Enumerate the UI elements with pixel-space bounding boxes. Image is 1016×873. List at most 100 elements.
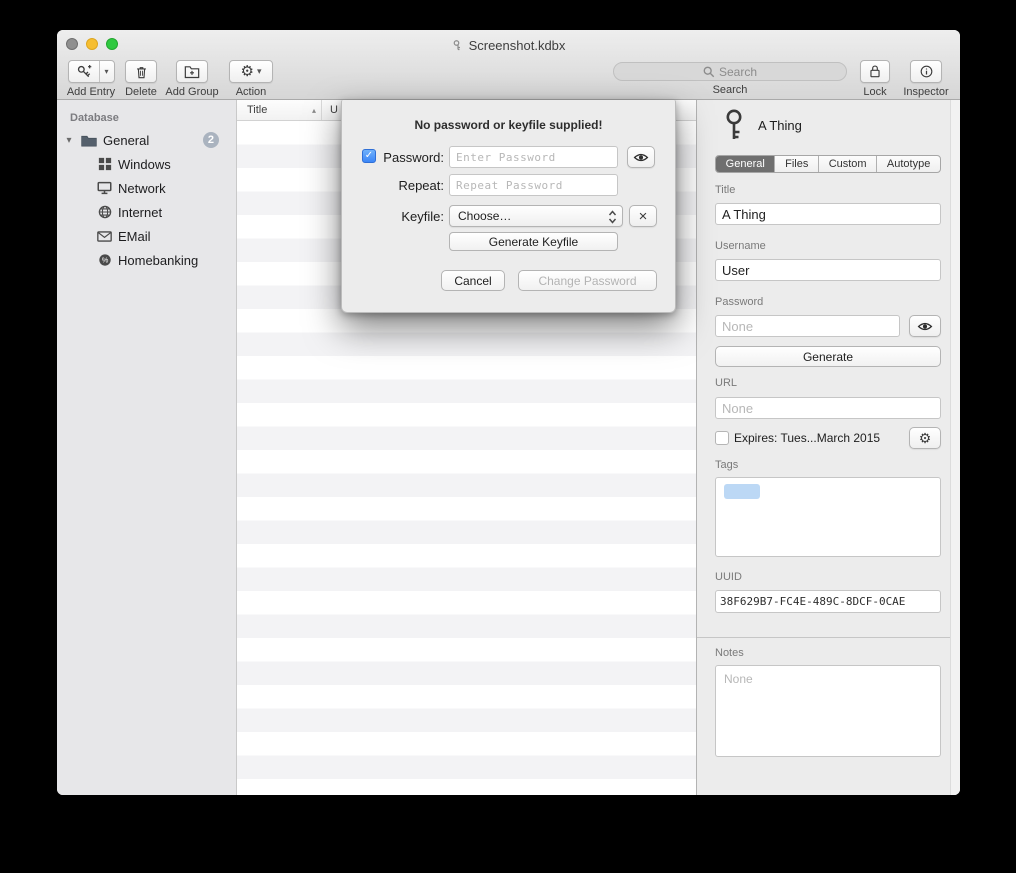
username-field-label: Username	[715, 240, 766, 252]
inspector-toggle-button[interactable]	[910, 60, 942, 83]
keyfile-popup-value: Choose…	[458, 209, 511, 223]
toolbar-inspector: Inspector	[897, 60, 955, 98]
sort-ascending-icon: ▴	[312, 106, 316, 115]
sidebar-item-network[interactable]: Network	[57, 176, 236, 200]
title-input[interactable]	[715, 203, 941, 225]
chevron-down-icon: ▾	[257, 67, 262, 76]
reveal-password-button[interactable]	[909, 315, 941, 337]
entry-title: A Thing	[758, 118, 802, 133]
eye-icon	[917, 321, 933, 332]
entry-password-input[interactable]	[715, 315, 900, 337]
change-password-sheet: No password or keyfile supplied! ✓ Passw…	[341, 100, 676, 313]
uuid-field-label: UUID	[715, 571, 742, 583]
expires-settings-button[interactable]: ⚙	[909, 427, 941, 449]
tab-custom[interactable]: Custom	[818, 156, 876, 172]
inspector-label: Inspector	[903, 86, 948, 98]
notes-field-label: Notes	[715, 647, 744, 659]
sidebar: Database ▾ General 2 Window	[57, 100, 237, 795]
repeat-password-input[interactable]	[449, 174, 618, 196]
window-title: Screenshot.kdbx	[469, 38, 566, 53]
toolbar-delete: Delete	[121, 60, 161, 98]
expires-label: Expires: Tues...March 2015	[734, 431, 880, 445]
tab-autotype[interactable]: Autotype	[876, 156, 940, 172]
sidebar-item-windows[interactable]: Windows	[57, 152, 236, 176]
inspector-scrollbar[interactable]	[950, 100, 960, 795]
key-plus-icon	[69, 61, 99, 82]
column-header-title[interactable]: Title ▴	[237, 100, 322, 120]
document-proxy-icon	[452, 39, 464, 51]
keyfile-popup[interactable]: Choose…	[449, 205, 623, 227]
lock-label: Lock	[863, 86, 886, 98]
chevron-down-icon: ▾	[104, 68, 108, 76]
sidebar-item-email[interactable]: EMail	[57, 224, 236, 248]
password-field-label: Password	[715, 296, 763, 308]
sidebar-item-label: General	[103, 133, 149, 148]
change-password-button[interactable]: Change Password	[518, 270, 657, 291]
lock-button[interactable]	[860, 60, 890, 83]
tag-token[interactable]	[724, 484, 760, 499]
add-entry-menu-arrow[interactable]: ▾	[99, 61, 114, 82]
close-icon: ×	[639, 208, 648, 225]
toolbar-lock: Lock	[857, 60, 893, 98]
add-entry-label: Add Entry	[67, 86, 115, 98]
toolbar-search: Search Search	[613, 60, 847, 96]
password-input[interactable]	[449, 146, 618, 168]
add-entry-button[interactable]: ▾	[68, 60, 115, 83]
repeat-label: Repeat:	[378, 178, 444, 193]
key-icon	[721, 108, 747, 142]
disclosure-triangle-icon[interactable]: ▾	[63, 135, 75, 146]
action-button[interactable]: ⚙ ▾	[229, 60, 273, 83]
sidebar-item-label: Internet	[118, 205, 162, 220]
tags-field-label: Tags	[715, 459, 738, 471]
password-checkbox[interactable]: ✓	[362, 149, 376, 163]
show-password-button[interactable]	[627, 146, 655, 168]
folder-plus-icon	[184, 64, 200, 79]
sidebar-item-label: Network	[118, 181, 166, 196]
percent-coin-icon: %	[96, 252, 113, 269]
search-placeholder: Search	[719, 65, 757, 79]
generate-keyfile-button[interactable]: Generate Keyfile	[449, 232, 618, 251]
dialog-message: No password or keyfile supplied!	[342, 118, 675, 132]
info-icon	[919, 64, 934, 79]
uuid-input[interactable]	[715, 590, 941, 613]
envelope-icon	[96, 228, 113, 245]
delete-label: Delete	[125, 86, 157, 98]
cancel-button[interactable]: Cancel	[441, 270, 505, 291]
expires-checkbox[interactable]	[715, 431, 729, 445]
delete-button[interactable]	[125, 60, 157, 83]
inspector-panel: A Thing General Files Custom Autotype Ti…	[696, 100, 960, 795]
tags-box[interactable]	[715, 477, 941, 557]
app-window: Screenshot.kdbx ▾ Add Ent	[57, 30, 960, 795]
gear-icon: ⚙	[241, 64, 254, 79]
check-icon: ✓	[365, 151, 373, 161]
sidebar-item-general[interactable]: ▾ General 2	[57, 128, 236, 152]
padlock-icon	[868, 64, 882, 79]
window-title-bar: Screenshot.kdbx	[57, 37, 960, 53]
url-input[interactable]	[715, 397, 941, 419]
sidebar-section-header: Database	[57, 108, 236, 128]
gear-icon: ⚙	[919, 430, 932, 447]
eye-icon	[633, 152, 649, 163]
title-field-label: Title	[715, 184, 735, 196]
tab-files[interactable]: Files	[774, 156, 818, 172]
popup-stepper-icon	[608, 209, 617, 228]
sidebar-item-internet[interactable]: Internet	[57, 200, 236, 224]
add-group-button[interactable]	[176, 60, 208, 83]
password-label: Password:	[378, 150, 444, 165]
action-label: Action	[236, 86, 267, 98]
generate-password-button[interactable]: Generate	[715, 346, 941, 367]
entry-count-badge: 2	[203, 132, 219, 148]
search-label: Search	[713, 84, 748, 96]
username-input[interactable]	[715, 259, 941, 281]
clear-keyfile-button[interactable]: ×	[629, 205, 657, 227]
search-icon	[703, 66, 715, 78]
keyfile-label: Keyfile:	[378, 209, 444, 224]
sidebar-item-homebanking[interactable]: % Homebanking	[57, 248, 236, 272]
notes-textarea[interactable]: None	[715, 665, 941, 757]
search-input[interactable]: Search	[613, 62, 847, 81]
screen: Screenshot.kdbx ▾ Add Ent	[0, 0, 1016, 873]
window-chrome: Screenshot.kdbx ▾ Add Ent	[57, 30, 960, 100]
folder-icon	[80, 132, 97, 149]
add-group-label: Add Group	[165, 86, 218, 98]
tab-general[interactable]: General	[716, 156, 774, 172]
